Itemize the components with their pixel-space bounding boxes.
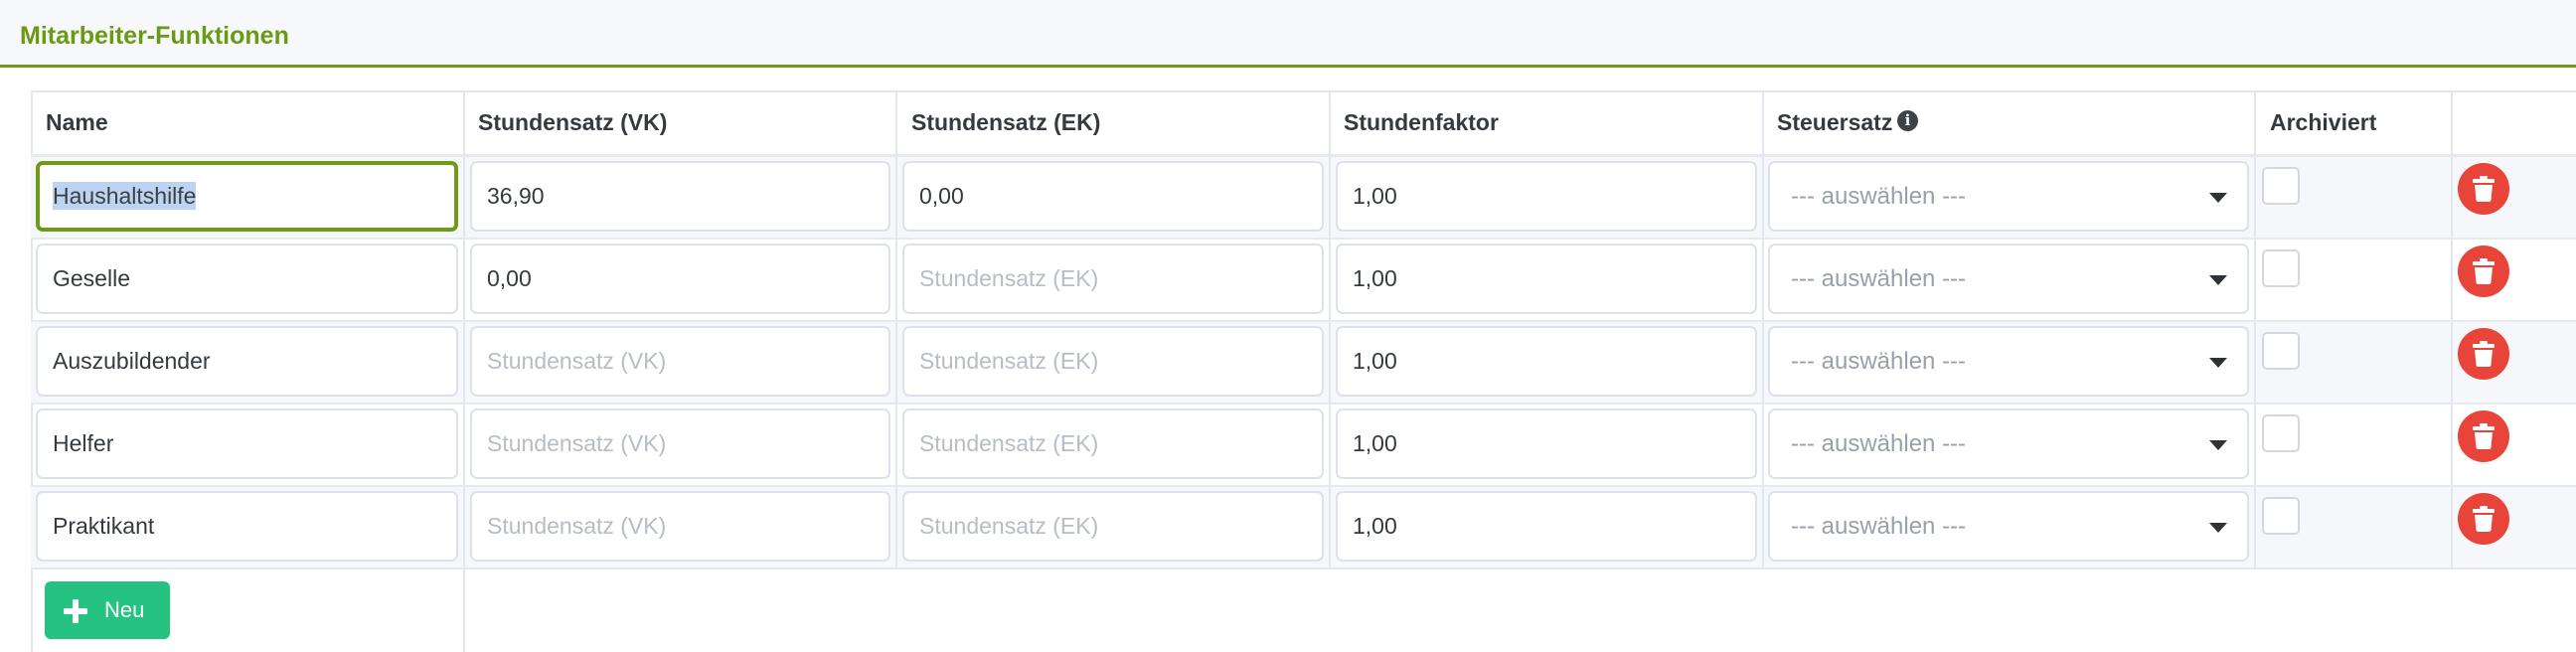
row-divider [31,485,2576,487]
delete-button[interactable] [2458,410,2509,462]
vk-input[interactable]: 0,00 [470,244,890,314]
tax-select-value: --- auswählen --- [1791,513,1967,540]
column-divider [895,90,897,570]
ek-input[interactable]: 0,00 [902,161,1324,232]
panel-header: Mitarbeiter-Funktionen [0,0,2576,68]
trash-icon [2473,176,2495,202]
chevron-down-icon [2209,440,2227,450]
vk-input[interactable]: Stundensatz (VK) [470,491,890,562]
plus-icon [64,599,87,623]
vk-input[interactable]: 36,90 [470,161,890,232]
name-value: Helfer [53,430,114,456]
name-value: Haushaltshilfe [53,182,197,210]
archived-checkbox[interactable] [2262,167,2300,205]
chevron-down-icon [2209,358,2227,368]
column-divider [1329,90,1331,570]
factor-input[interactable]: 1,00 [1336,408,1757,479]
delete-button[interactable] [2458,493,2509,545]
column-divider [2254,90,2256,570]
header-divider [31,154,2576,157]
tax-select[interactable]: --- auswählen --- [1768,491,2249,562]
ek-input[interactable]: Stundensatz (EK) [902,326,1324,397]
info-circle-icon[interactable]: i [1897,110,1918,131]
column-header-factor: Stundenfaktor [1344,109,1499,135]
archived-checkbox[interactable] [2262,497,2300,535]
delete-button[interactable] [2458,328,2509,380]
column-header-ek: Stundensatz (EK) [911,109,1101,135]
name-input[interactable]: Haushaltshilfe [36,161,458,232]
trash-icon [2473,506,2495,532]
tax-select[interactable]: --- auswählen --- [1768,244,2249,314]
tax-select-value: --- auswählen --- [1791,265,1967,292]
trash-icon [2473,341,2495,367]
factor-input[interactable]: 1,00 [1336,326,1757,397]
chevron-down-icon [2209,523,2227,533]
new-button[interactable]: Neu [45,581,170,639]
tax-select[interactable]: --- auswählen --- [1768,408,2249,479]
archived-checkbox[interactable] [2262,414,2300,452]
tax-select-value: --- auswählen --- [1791,430,1967,457]
name-value: Geselle [53,265,130,291]
column-header-name: Name [46,109,108,135]
name-input[interactable]: Auszubildender [36,326,458,397]
column-divider [2451,90,2453,570]
column-header-vk: Stundensatz (VK) [478,109,668,135]
row-divider [31,568,2576,570]
factor-input[interactable]: 1,00 [1336,491,1757,562]
column-header-archived: Archiviert [2270,109,2377,135]
trash-icon [2473,258,2495,284]
row-divider [31,320,2576,322]
delete-button[interactable] [2458,245,2509,297]
tax-select[interactable]: --- auswählen --- [1768,161,2249,232]
new-button-label: Neu [104,597,145,622]
vk-input[interactable]: Stundensatz (VK) [470,326,890,397]
row-divider [31,238,2576,240]
name-input[interactable]: Geselle [36,244,458,314]
archived-checkbox[interactable] [2262,332,2300,370]
column-divider [463,90,465,652]
panel-title: Mitarbeiter-Funktionen [20,22,289,50]
name-input[interactable]: Helfer [36,408,458,479]
row-divider [31,403,2576,405]
delete-button[interactable] [2458,163,2509,215]
chevron-down-icon [2209,275,2227,285]
tax-select-value: --- auswählen --- [1791,348,1967,375]
column-divider [1762,90,1764,570]
tax-select[interactable]: --- auswählen --- [1768,326,2249,397]
ek-input[interactable]: Stundensatz (EK) [902,244,1324,314]
name-value: Auszubildender [53,348,211,374]
name-value: Praktikant [53,513,155,539]
tax-select-value: --- auswählen --- [1791,183,1967,210]
factor-input[interactable]: 1,00 [1336,244,1757,314]
archived-checkbox[interactable] [2262,249,2300,287]
column-header-tax: Steuersatz [1777,109,1893,135]
ek-input[interactable]: Stundensatz (EK) [902,408,1324,479]
ek-input[interactable]: Stundensatz (EK) [902,491,1324,562]
trash-icon [2473,423,2495,449]
factor-input[interactable]: 1,00 [1336,161,1757,232]
chevron-down-icon [2209,193,2227,203]
vk-input[interactable]: Stundensatz (VK) [470,408,890,479]
name-input[interactable]: Praktikant [36,491,458,562]
